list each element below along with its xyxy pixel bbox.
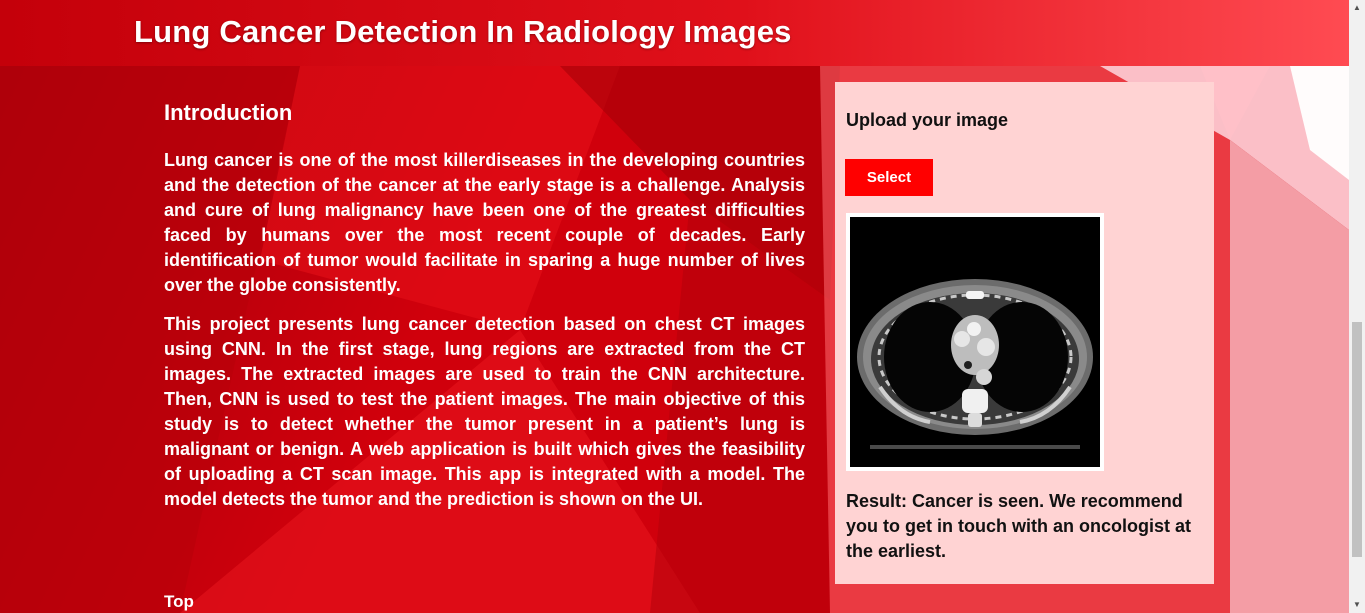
page-header: Lung Cancer Detection In Radiology Image… — [0, 0, 1349, 66]
prediction-result: Result: Cancer is seen. We recommend you… — [846, 491, 1191, 561]
upload-panel-title: Upload your image — [846, 110, 1009, 130]
top-link[interactable]: Top — [164, 592, 194, 612]
triangle-down-icon[interactable]: ▼ — [1349, 597, 1365, 613]
ct-scan-preview — [846, 213, 1104, 471]
introduction-section: Introduction Lung cancer is one of the m… — [164, 100, 805, 526]
intro-paragraph-2: This project presents lung cancer detect… — [164, 314, 805, 509]
select-image-button[interactable]: Select — [845, 159, 933, 196]
upload-panel: Upload your image Select Result: Cancer … — [835, 82, 1214, 584]
introduction-heading: Introduction — [164, 100, 293, 125]
vertical-scrollbar[interactable]: ▲ ▼ — [1349, 0, 1365, 613]
scrollbar-thumb[interactable] — [1352, 322, 1362, 557]
page-title: Lung Cancer Detection In Radiology Image… — [134, 14, 792, 49]
ct-scan-image — [850, 217, 1100, 467]
intro-paragraph-1: Lung cancer is one of the most killerdis… — [164, 150, 805, 295]
triangle-up-icon[interactable]: ▲ — [1349, 0, 1365, 16]
